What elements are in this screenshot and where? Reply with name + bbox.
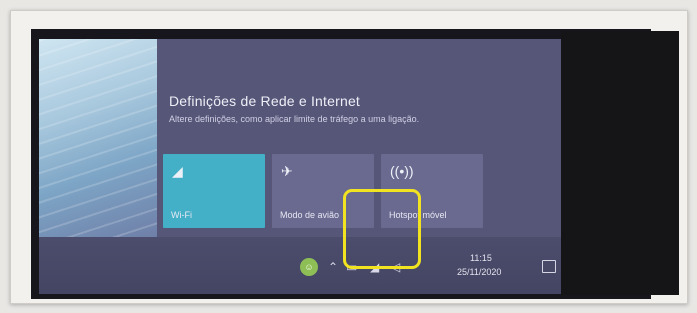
airplane-icon: ✈ [281,163,293,179]
hotspot-icon: ((•)) [390,163,414,179]
network-settings-subtitle: Altere definições, como aplicar limite d… [169,114,420,124]
wifi-icon: ◢ [172,163,183,179]
tile-wifi-label: Wi-Fi [171,210,192,220]
monitor-screen: Definições de Rede e Internet Altere def… [31,29,651,299]
chevron-up-icon[interactable]: ⌃ [328,261,338,273]
avatar-icon[interactable]: ☺ [300,258,318,276]
desktop-wallpaper [39,39,157,237]
notification-icon[interactable] [542,260,556,273]
tile-airplane-mode-label: Modo de avião [280,210,340,220]
desktop: Definições de Rede e Internet Altere def… [39,39,587,294]
clock-time[interactable]: 11:15 [470,253,492,263]
tile-wifi[interactable]: ◢ Wi-Fi [163,154,265,228]
clock-date[interactable]: 25/11/2020 [457,267,501,277]
network-settings-title[interactable]: Definições de Rede e Internet [169,93,360,109]
highlight-box [343,189,421,269]
taskbar: ☺ ⌃ ▭ ◢ ◁ 11:15 25/11/2020 [39,237,587,294]
monitor-bezel [561,31,679,295]
